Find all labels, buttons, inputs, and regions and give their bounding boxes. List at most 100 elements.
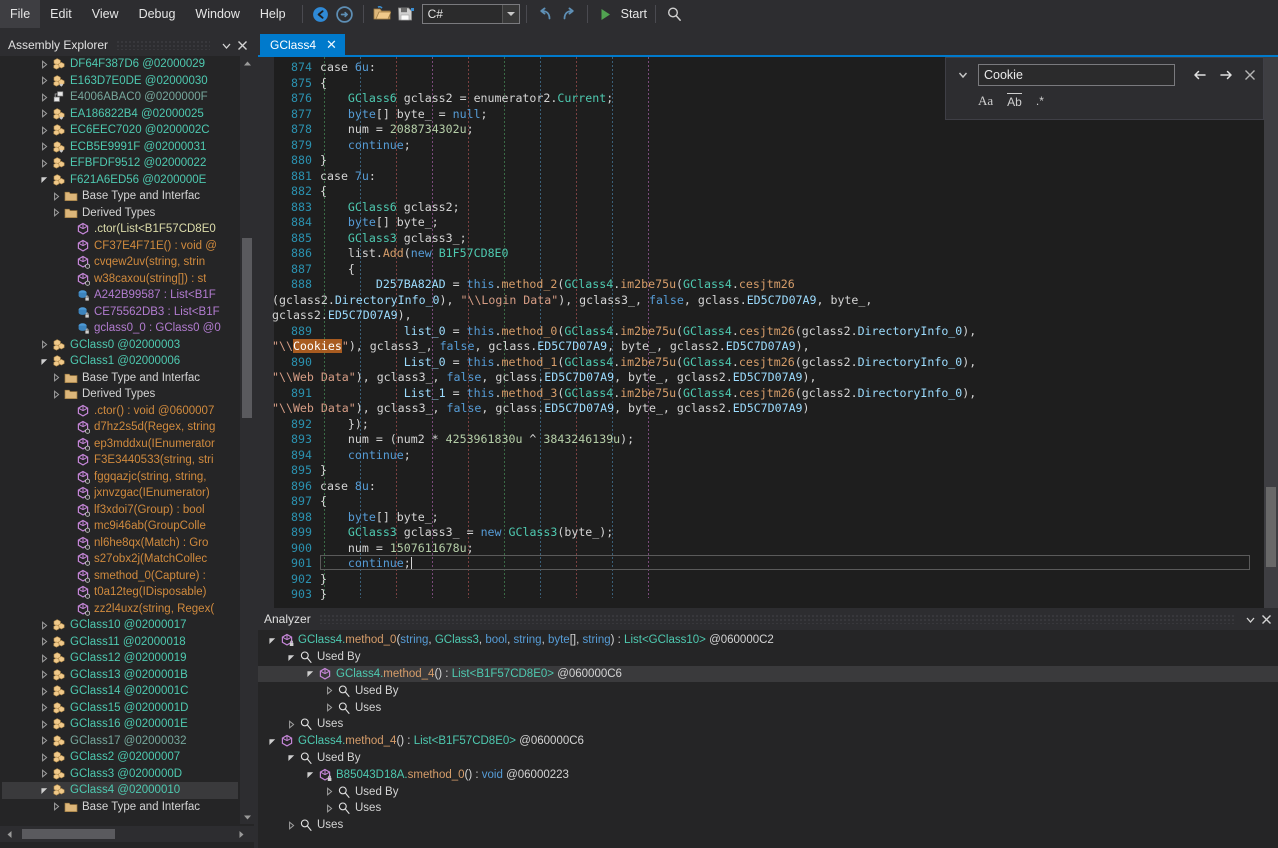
tree-item[interactable]: Base Type and Interfac [2, 799, 238, 816]
start-button[interactable]: Start [621, 7, 647, 21]
chevron-right-icon[interactable] [50, 373, 62, 383]
menu-file[interactable]: File [0, 0, 41, 28]
chevron-down-icon[interactable] [38, 786, 50, 795]
chevron-right-icon[interactable] [285, 720, 297, 729]
code-line[interactable]: num = (num2 * 4253961830u ^ 3843246139u)… [320, 432, 634, 448]
chevron-down-icon[interactable] [218, 37, 234, 53]
scroll-up-icon[interactable] [240, 56, 254, 70]
chevron-down-icon[interactable] [285, 753, 297, 762]
navigate-forward-icon[interactable] [333, 2, 357, 26]
analyzer-row[interactable]: GClass4.method_4() : List<B1F57CD8E0> @0… [258, 665, 1278, 683]
chevron-right-icon[interactable] [323, 787, 335, 796]
code-line[interactable]: List_1 = this.method_3(GClass4.im2be75u(… [320, 386, 976, 402]
tree-item[interactable]: zz2l4uxz(string, Regex( [2, 601, 238, 618]
scroll-down-icon[interactable] [240, 810, 254, 824]
chevron-right-icon[interactable] [38, 769, 50, 779]
tree-item[interactable]: GClass4 @02000010 [2, 782, 238, 799]
chevron-right-icon[interactable] [38, 158, 50, 168]
code-line[interactable]: { [320, 184, 327, 200]
tree-item[interactable]: EFBFDF9512 @02000022 [2, 155, 238, 172]
tree-item[interactable]: lf3xdoi7(Group) : bool [2, 502, 238, 519]
code-line[interactable]: { [320, 262, 355, 278]
tree-item[interactable]: nl6he8qx(Match) : Gro [2, 535, 238, 552]
analyzer-row[interactable]: Used By [258, 783, 1278, 800]
code-line[interactable]: continue; [320, 556, 412, 572]
redo-icon[interactable] [557, 2, 581, 26]
tree-item[interactable]: F621A6ED56 @0200000E [2, 172, 238, 189]
chevron-right-icon[interactable] [323, 686, 335, 696]
code-line[interactable]: }); [320, 417, 369, 433]
menu-debug[interactable]: Debug [129, 0, 186, 28]
chevron-down-icon[interactable] [266, 636, 278, 645]
tree-item[interactable]: .ctor(List<B1F57CD8E0 [2, 221, 238, 238]
code-line[interactable]: { [320, 494, 327, 510]
analyzer-tree[interactable]: GClass4.method_0(string, GClass3, bool, … [258, 632, 1278, 848]
chevron-right-icon[interactable] [285, 820, 297, 830]
code-line[interactable]: byte[] byte_; [320, 510, 439, 526]
tree-item[interactable]: GClass15 @0200001D [2, 700, 238, 717]
tree-item[interactable]: E163D7E0DE @02000030 [2, 73, 238, 90]
tree-item[interactable]: Derived Types [2, 205, 238, 222]
tree-item[interactable]: EC6EEC7020 @0200002C [2, 122, 238, 139]
chevron-right-icon[interactable] [38, 637, 50, 647]
code-line-wrapped[interactable]: "\\Web Data"), gclass3_, false, gclass.E… [272, 401, 810, 417]
tree-item[interactable]: CF37E4F71E() : void @ [2, 238, 238, 255]
analyzer-row[interactable]: GClass4.method_4() : List<B1F57CD8E0> @0… [258, 733, 1278, 750]
tree-item[interactable]: fggqazjc(string, string, [2, 469, 238, 486]
analyzer-row[interactable]: Used By [258, 750, 1278, 767]
tree-item[interactable]: .ctor() : void @0600007 [2, 403, 238, 420]
search-icon[interactable] [662, 2, 686, 26]
chevron-right-icon[interactable] [50, 802, 62, 812]
chevron-right-icon[interactable] [38, 703, 50, 713]
analyzer-row[interactable]: Uses [258, 699, 1278, 716]
analyzer-row[interactable]: Used By [258, 649, 1278, 666]
chevron-right-icon[interactable] [38, 653, 50, 663]
analyzer-row[interactable]: Uses [258, 800, 1278, 817]
code-line[interactable]: List_0 = this.method_1(GClass4.im2be75u(… [320, 355, 976, 371]
menu-edit[interactable]: Edit [40, 0, 82, 28]
navigate-back-icon[interactable] [309, 2, 333, 26]
tree-item[interactable]: DF64F387D6 @02000029 [2, 56, 238, 73]
code-line[interactable]: list.Add(new B1F57CD8E0 [320, 246, 509, 262]
code-line[interactable]: } [320, 153, 327, 169]
code-line[interactable]: continue; [320, 138, 411, 154]
close-icon[interactable]: ✕ [326, 37, 337, 53]
scroll-left-icon[interactable] [0, 830, 18, 839]
code-line-wrapped[interactable]: "\\Cookies"), gclass3_, false, gclass.ED… [272, 339, 810, 355]
tree-item[interactable]: ECB5E9991F @02000031 [2, 139, 238, 156]
chevron-right-icon[interactable] [50, 191, 62, 201]
code-line-wrapped[interactable]: (gclass2.DirectoryInfo_0), "\\Login Data… [272, 293, 872, 309]
chevron-right-icon[interactable] [38, 59, 50, 69]
tree-item[interactable]: Derived Types [2, 386, 238, 403]
code-line[interactable]: GClass3 gclass3_; [320, 231, 467, 247]
scroll-right-icon[interactable] [232, 830, 250, 839]
tree-item[interactable]: s27obx2j(MatchCollec [2, 551, 238, 568]
tree-item[interactable]: GClass14 @0200001C [2, 683, 238, 700]
chevron-down-icon[interactable] [1242, 611, 1258, 627]
analyzer-row[interactable]: GClass4.method_0(string, GClass3, bool, … [258, 632, 1278, 649]
chevron-down-icon[interactable] [304, 770, 316, 779]
arrow-right-icon[interactable] [1215, 64, 1237, 86]
code-line[interactable]: case 6u: [320, 60, 376, 76]
start-play-icon[interactable] [594, 2, 618, 26]
chevron-down-icon[interactable] [266, 737, 278, 746]
tree-scroll-thumb[interactable] [242, 238, 252, 418]
chevron-right-icon[interactable] [38, 670, 50, 680]
tree-item[interactable]: Base Type and Interfac [2, 188, 238, 205]
undo-icon[interactable] [533, 2, 557, 26]
editor-vertical-scrollbar[interactable] [1264, 57, 1278, 614]
chevron-right-icon[interactable] [323, 703, 335, 712]
code-line[interactable]: } [320, 587, 327, 603]
chevron-right-icon[interactable] [323, 803, 335, 813]
tree-item[interactable]: GClass10 @02000017 [2, 617, 238, 634]
tree-horizontal-scrollbar[interactable] [0, 826, 254, 842]
tree-item[interactable]: t0a12teg(IDisposable) [2, 584, 238, 601]
find-input[interactable] [978, 64, 1175, 86]
tree-hscroll-thumb[interactable] [22, 829, 115, 839]
chevron-right-icon[interactable] [38, 752, 50, 762]
open-folder-icon[interactable] [370, 2, 394, 26]
tree-item[interactable]: CE75562DB3 : List<B1F [2, 304, 238, 321]
analyzer-row[interactable]: B85043D18A.smethod_0() : void @06000223 [258, 766, 1278, 783]
tree-item[interactable]: GClass12 @02000019 [2, 650, 238, 667]
tab-gclass4[interactable]: GClass4 ✕ [260, 34, 345, 56]
